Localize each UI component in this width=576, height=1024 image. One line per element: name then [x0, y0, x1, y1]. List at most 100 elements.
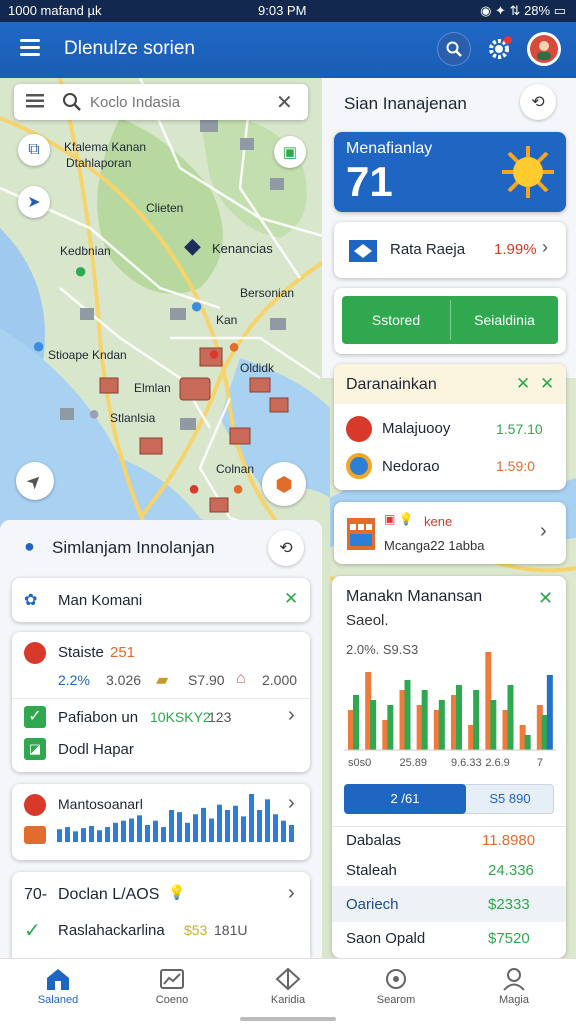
check-extra: 123	[208, 709, 232, 725]
avatar[interactable]	[527, 32, 561, 66]
compass-button[interactable]: ➤	[18, 186, 50, 218]
mini-chart-bar	[89, 826, 94, 842]
tag-icon	[24, 826, 46, 844]
clear-search-icon[interactable]: ✕	[276, 90, 293, 115]
chart-bar	[524, 735, 531, 750]
bar-chart: s0s0 25.89 9.6.33 2.6.9 7	[344, 652, 556, 769]
lightbulb-icon: ▣ 💡	[384, 512, 414, 526]
chart-card: Manakn Manansan ✕ Saeol. 2.0%. S9.S3 s0s…	[332, 576, 566, 958]
x-tick-label: 25.89	[400, 757, 428, 769]
chart-bar	[353, 695, 359, 750]
map-pin-icon[interactable]: ●	[190, 293, 203, 319]
mini-chart-bar	[153, 820, 158, 842]
map-label: Clieten	[146, 201, 184, 215]
table-row-value: 24.336	[488, 862, 534, 879]
mini-chart-bar	[273, 814, 278, 842]
nav-label: Coeno	[155, 994, 189, 1006]
map-pin-icon[interactable]: ●	[228, 336, 240, 359]
chart-bar	[507, 685, 514, 750]
segment-right[interactable]: S5 890	[466, 784, 554, 814]
stats-title-value: 251	[110, 644, 136, 661]
checkbox-checked-icon[interactable]: ✓	[24, 706, 46, 728]
mini-chart-bar	[201, 807, 206, 842]
search-button[interactable]	[437, 32, 471, 66]
chart-title: Manakn Manansan	[346, 588, 483, 605]
menu-icon[interactable]	[26, 94, 44, 113]
map-icon	[275, 967, 301, 991]
settings-button[interactable]	[484, 34, 514, 64]
user-icon: ●	[24, 536, 35, 556]
map-pin-icon[interactable]: ●	[88, 403, 100, 426]
stats-percent: 2.2%	[58, 672, 90, 688]
nav-search[interactable]: Searom	[356, 967, 436, 1006]
bottom-row-label: Raslahackarlina	[58, 922, 165, 939]
weather-value: 71	[346, 158, 393, 205]
chart-icon[interactable]: ◪	[24, 738, 46, 760]
bottom-card[interactable]: 70- Doclan L/AOS 💡 › ✓ Raslahackarlina $…	[12, 872, 310, 958]
navigate-icon: ➤	[22, 468, 48, 494]
chevron-right-icon: ›	[288, 704, 295, 726]
search-icon	[446, 41, 462, 57]
settings-action-button[interactable]: Seialdinia	[451, 296, 558, 344]
promo-card[interactable]: ▣ 💡 kene Mcanga22 1abba ›	[334, 502, 566, 564]
box-icon: ▰	[156, 672, 169, 689]
map-search-input[interactable]	[90, 90, 270, 114]
map-label: Oldidk	[240, 361, 275, 375]
location-button[interactable]: ➤	[16, 462, 54, 500]
menu-icon[interactable]	[20, 39, 40, 56]
map-label: Colnan	[216, 462, 255, 476]
stats-card: Staiste 251 2.2% 3.026 ▰ S7.90 ⌂ 2.000 ✓…	[12, 632, 310, 772]
table-row-value: $7520	[488, 930, 530, 947]
mini-chart-card[interactable]: Mantosoanarl ›	[12, 784, 310, 860]
refresh-button[interactable]: ⟲	[268, 530, 304, 566]
status-battery: ◉ ✦ ⇅ 28% ▭	[480, 3, 566, 18]
stored-button[interactable]: Sstored	[342, 296, 450, 344]
left-panel-title: Simlanjam Innolanjan	[52, 538, 215, 557]
weather-card[interactable]: Menafianlay 71	[334, 132, 566, 212]
search-icon	[62, 92, 82, 117]
map-label: Kedbnian	[60, 244, 111, 258]
mini-chart-bar	[113, 822, 118, 842]
bottom-prefix: 70-	[24, 886, 48, 903]
rate-card[interactable]: Rata Raeja 1.99% ›	[334, 222, 566, 278]
map-pin-icon[interactable]: ●	[74, 258, 87, 284]
close-icon[interactable]: ✕	[538, 588, 553, 609]
map-search-bar[interactable]: ✕	[14, 84, 308, 120]
segment-left[interactable]: 2 /61	[344, 784, 466, 814]
chart-bar	[490, 700, 497, 750]
nav-chart[interactable]: Coeno	[132, 967, 212, 1006]
map-type-button[interactable]: ▣	[274, 136, 306, 168]
bottom-row-value: $53	[184, 922, 208, 938]
refresh-button[interactable]: ⟲	[520, 84, 556, 120]
map-pin-icon[interactable]: ◆	[184, 233, 201, 259]
map-label: Dtahlaporan	[66, 156, 132, 170]
close-icon[interactable]: ✕	[284, 589, 298, 609]
close-icon[interactable]: ✕	[540, 374, 554, 394]
map-pin-icon[interactable]: ●	[32, 333, 45, 359]
filter-card[interactable]: ✿ Man Komani ✕	[12, 578, 310, 622]
chart-bar	[546, 675, 553, 750]
poi-icon: ⬢	[275, 473, 293, 496]
chevron-right-icon: ›	[540, 520, 547, 542]
map-label: Stlanlsia	[110, 411, 156, 425]
chart-icon	[24, 794, 46, 816]
layers-button[interactable]: ⧉	[18, 134, 50, 166]
map-pin-icon[interactable]: ●	[208, 343, 220, 366]
table-row-label: Dabalas	[346, 832, 402, 849]
nav-profile[interactable]: Magia	[474, 967, 554, 1006]
table-row-label: Saon Opald	[346, 930, 426, 947]
house-icon: ⌂	[236, 670, 246, 687]
chart-bar	[473, 690, 480, 750]
refresh-icon: ⟲	[531, 94, 545, 111]
map-pin-icon[interactable]: ●	[188, 478, 200, 501]
gear-icon: ✿	[24, 592, 38, 609]
mini-chart-bar	[225, 810, 230, 842]
rate-label: Rata Raeja	[390, 241, 466, 258]
nav-map[interactable]: Karidia	[248, 967, 328, 1006]
user-icon	[503, 968, 525, 991]
stats-value: 3.026	[106, 672, 142, 688]
close-icon[interactable]: ✕	[516, 374, 530, 394]
nav-home[interactable]: Salaned	[18, 967, 98, 1006]
map-pin-icon[interactable]: ●	[232, 478, 244, 501]
poi-button[interactable]: ⬢	[262, 462, 306, 506]
